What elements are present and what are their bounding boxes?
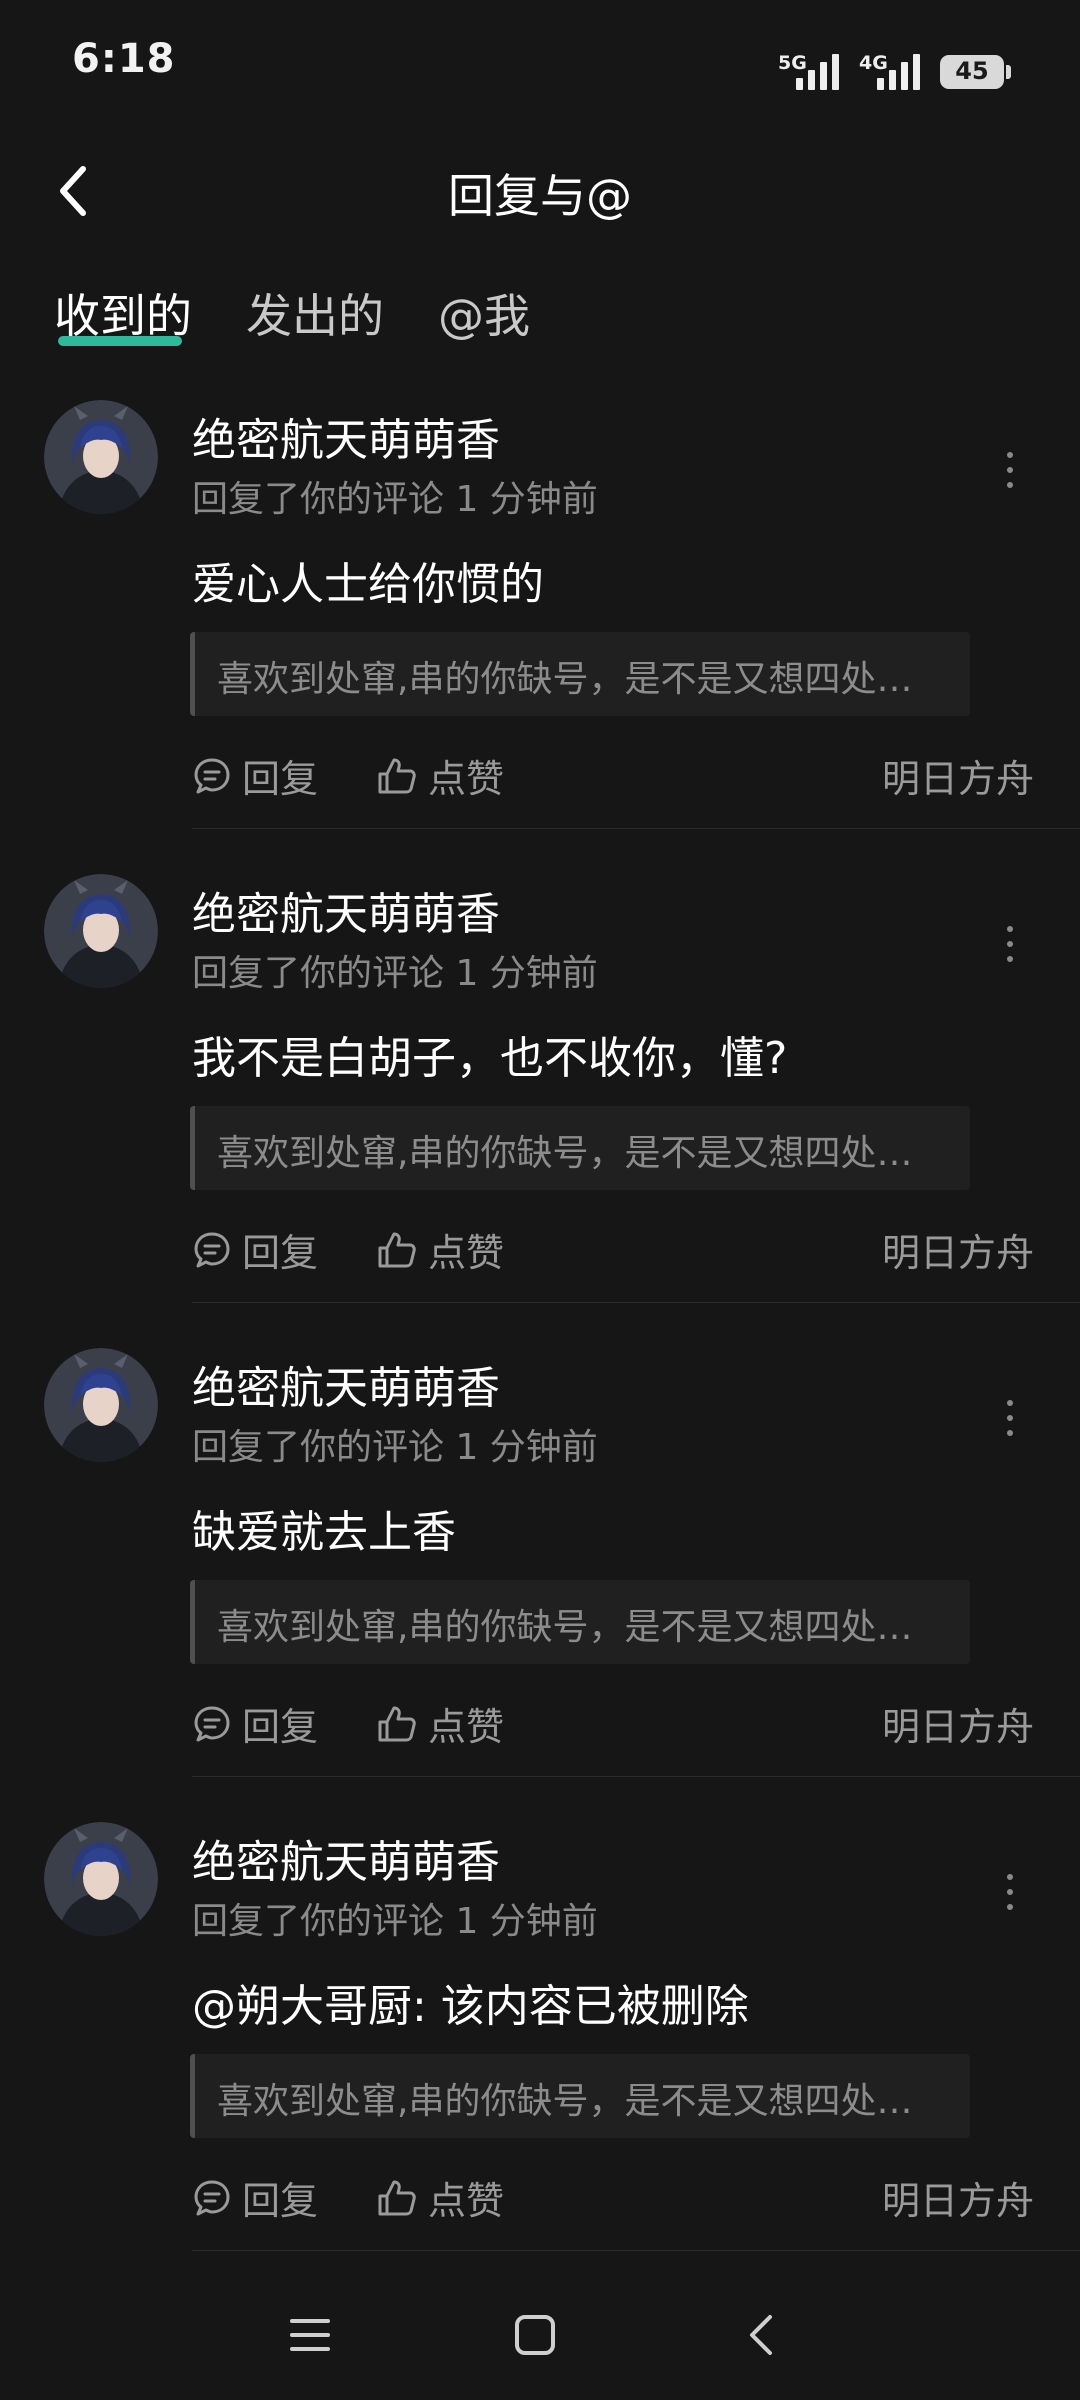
action-row: 回复 点赞 明日方舟: [192, 1214, 1042, 1284]
reply-item[interactable]: 绝密航天萌萌香 回复了你的评论 1 分钟前 我不是白胡子，也不收你，懂? 喜欢到…: [0, 874, 1080, 1348]
like-label: 点赞: [428, 757, 505, 801]
system-back-button[interactable]: [700, 2270, 820, 2400]
quoted-comment[interactable]: 喜欢到处窜,串的你缺号，是不是又想四处…: [190, 632, 970, 716]
username[interactable]: 绝密航天萌萌香: [192, 404, 500, 468]
avatar[interactable]: [44, 400, 158, 514]
comment-icon: [194, 1232, 230, 1267]
thumbs-up-icon: [378, 758, 416, 793]
reply-meta: 回复了你的评论 1 分钟前: [192, 1901, 598, 1942]
reply-button[interactable]: 回复: [192, 2170, 318, 2225]
tab-mentions[interactable]: @我: [438, 280, 530, 346]
comment-icon: [194, 758, 230, 793]
network-4g-label: 4G: [859, 52, 888, 74]
network-5g-label: 5G: [778, 52, 807, 74]
reply-item[interactable]: 绝密航天萌萌香 回复了你的评论 1 分钟前 爱心人士给你惯的 喜欢到处窜,串的你…: [0, 400, 1080, 874]
comment-icon: [194, 2180, 230, 2215]
reply-content: 我不是白胡子，也不收你，懂?: [192, 1033, 788, 1084]
active-tab-indicator: [58, 336, 182, 346]
quoted-comment-text: 喜欢到处窜,串的你缺号，是不是又想四处…: [217, 659, 913, 700]
replies-screen: 6:18 5G 4G 45 回复与@ 收到的 发出的 @我 绝密航天萌萌香 回复…: [0, 0, 1080, 2400]
username[interactable]: 绝密航天萌萌香: [192, 1826, 500, 1890]
like-button[interactable]: 点赞: [376, 2170, 504, 2225]
thumbs-up-icon: [378, 1232, 416, 1267]
reply-list: 绝密航天萌萌香 回复了你的评论 1 分钟前 爱心人士给你惯的 喜欢到处窜,串的你…: [0, 400, 1080, 2296]
signal-4g-icon: 4G: [859, 52, 920, 90]
more-options-button[interactable]: [990, 914, 1030, 974]
status-time: 6:18: [72, 36, 176, 82]
divider: [192, 828, 1080, 829]
quoted-comment[interactable]: 喜欢到处窜,串的你缺号，是不是又想四处…: [190, 2054, 970, 2138]
divider: [192, 1302, 1080, 1303]
action-row: 回复 点赞 明日方舟: [192, 2162, 1042, 2232]
battery-level: 45: [955, 57, 989, 85]
more-options-button[interactable]: [990, 440, 1030, 500]
username[interactable]: 绝密航天萌萌香: [192, 1352, 500, 1416]
like-button[interactable]: 点赞: [376, 1222, 504, 1277]
source-game-link[interactable]: 明日方舟: [882, 748, 1034, 803]
quoted-comment[interactable]: 喜欢到处窜,串的你缺号，是不是又想四处…: [190, 1106, 970, 1190]
reply-content: @朔大哥厨: 该内容已被删除: [192, 1981, 749, 2032]
avatar[interactable]: [44, 874, 158, 988]
quoted-comment-text: 喜欢到处窜,串的你缺号，是不是又想四处…: [217, 2081, 913, 2122]
avatar[interactable]: [44, 1348, 158, 1462]
like-label: 点赞: [428, 1705, 505, 1749]
top-app-bar: 回复与@: [0, 140, 1080, 240]
quoted-comment-text: 喜欢到处窜,串的你缺号，是不是又想四处…: [217, 1133, 913, 1174]
comment-icon: [194, 1706, 230, 1741]
reply-meta: 回复了你的评论 1 分钟前: [192, 953, 598, 994]
reply-label: 回复: [242, 2179, 319, 2223]
status-bar: 6:18 5G 4G 45: [0, 0, 1080, 120]
divider: [192, 2250, 1080, 2251]
reply-label: 回复: [242, 757, 319, 801]
action-row: 回复 点赞 明日方舟: [192, 1688, 1042, 1758]
home-button[interactable]: [475, 2270, 595, 2400]
reply-meta: 回复了你的评论 1 分钟前: [192, 1427, 598, 1468]
thumbs-up-icon: [378, 1706, 416, 1741]
reply-content: 爱心人士给你惯的: [192, 559, 544, 610]
like-label: 点赞: [428, 1231, 505, 1275]
reply-button[interactable]: 回复: [192, 1222, 318, 1277]
like-button[interactable]: 点赞: [376, 748, 504, 803]
more-options-button[interactable]: [990, 1862, 1030, 1922]
tab-sent[interactable]: 发出的: [246, 280, 384, 346]
signal-5g-icon: 5G: [778, 52, 839, 90]
thumbs-up-icon: [378, 2180, 416, 2215]
quoted-comment-text: 喜欢到处窜,串的你缺号，是不是又想四处…: [217, 1607, 913, 1648]
battery-icon: 45: [940, 55, 1011, 89]
like-label: 点赞: [428, 2179, 505, 2223]
recent-apps-button[interactable]: [250, 2270, 370, 2400]
status-indicators: 5G 4G 45: [778, 36, 1011, 90]
source-game-link[interactable]: 明日方舟: [882, 1222, 1034, 1277]
like-button[interactable]: 点赞: [376, 1696, 504, 1751]
username[interactable]: 绝密航天萌萌香: [192, 878, 500, 942]
menu-icon: [290, 2319, 330, 2351]
system-nav-bar: [0, 2270, 1080, 2400]
divider: [192, 1776, 1080, 1777]
home-square-icon: [515, 2315, 555, 2355]
avatar[interactable]: [44, 1822, 158, 1936]
quoted-comment[interactable]: 喜欢到处窜,串的你缺号，是不是又想四处…: [190, 1580, 970, 1664]
action-row: 回复 点赞 明日方舟: [192, 740, 1042, 810]
reply-button[interactable]: 回复: [192, 1696, 318, 1751]
reply-content: 缺爱就去上香: [192, 1507, 456, 1558]
reply-meta: 回复了你的评论 1 分钟前: [192, 479, 598, 520]
reply-item[interactable]: 绝密航天萌萌香 回复了你的评论 1 分钟前 缺爱就去上香 喜欢到处窜,串的你缺号…: [0, 1348, 1080, 1822]
reply-label: 回复: [242, 1705, 319, 1749]
source-game-link[interactable]: 明日方舟: [882, 1696, 1034, 1751]
page-title: 回复与@: [448, 169, 632, 223]
reply-button[interactable]: 回复: [192, 748, 318, 803]
more-options-button[interactable]: [990, 1388, 1030, 1448]
tab-bar: 收到的 发出的 @我: [0, 280, 1080, 360]
back-chevron-icon: [750, 2315, 772, 2355]
source-game-link[interactable]: 明日方舟: [882, 2170, 1034, 2225]
reply-item[interactable]: 绝密航天萌萌香 回复了你的评论 1 分钟前 @朔大哥厨: 该内容已被删除 喜欢到…: [0, 1822, 1080, 2296]
reply-label: 回复: [242, 1231, 319, 1275]
